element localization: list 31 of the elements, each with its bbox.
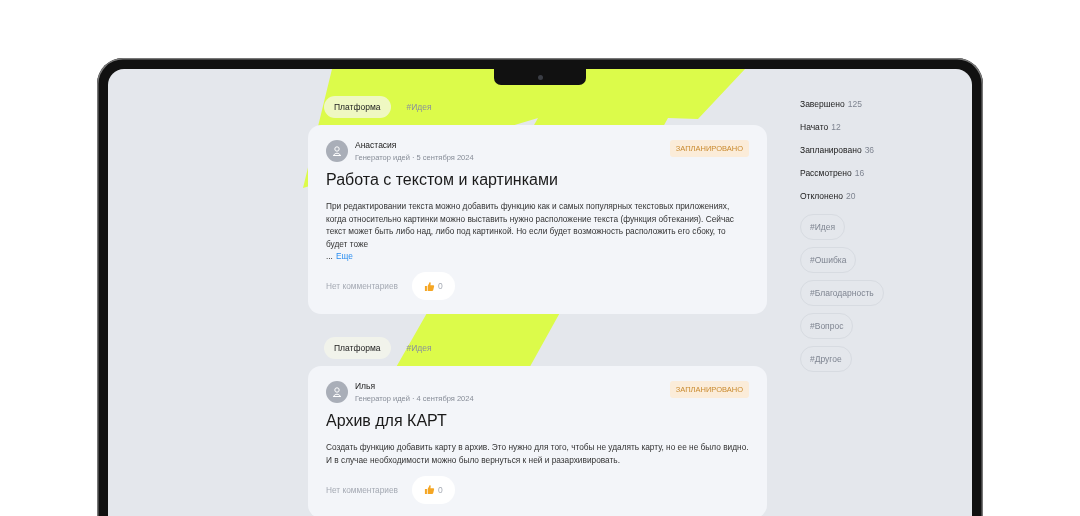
status-count: 36 xyxy=(864,145,875,157)
ellipsis-text: ... xyxy=(326,250,333,264)
thumbs-up-icon xyxy=(424,280,435,292)
status-count: 20 xyxy=(845,191,856,203)
post-text: Создать функцию добавить карту в архив. Это нужно для того, чтобы не удалять карту, но ее не было видно. И в случае необходимости можно было вернуться к ней и разархивировать. xyxy=(326,441,749,467)
status-filter[interactable]: Завершено xyxy=(800,99,845,122)
status-count: 12 xyxy=(831,122,841,134)
comments-text: Нет комментариев xyxy=(326,281,398,292)
status-count: 16 xyxy=(854,168,865,180)
author-name: Анастасия xyxy=(355,140,398,150)
category-tag[interactable]: Платформа xyxy=(324,96,391,118)
thumbs-up-icon xyxy=(424,484,435,496)
category-tag[interactable]: Платформа xyxy=(324,337,391,360)
like-button[interactable]: 0 xyxy=(412,272,455,301)
status-filter[interactable]: Рассмотрено xyxy=(800,168,852,191)
hashtag-link[interactable]: #Идея xyxy=(398,343,440,354)
camera-icon xyxy=(537,74,543,80)
status-filter[interactable]: Начато xyxy=(800,122,829,145)
more-link[interactable]: Еще xyxy=(335,250,353,264)
post-title: Работа с текстом и картинками xyxy=(326,171,559,189)
status-count: 125 xyxy=(847,99,862,111)
status-filter[interactable]: Запланировано xyxy=(800,145,862,168)
author-name: Илья xyxy=(355,381,377,392)
avatar-icon xyxy=(326,140,348,162)
post-title: Архив для КАРТ xyxy=(326,412,448,431)
status-filter[interactable]: Отклонено xyxy=(800,191,843,214)
post-text: При редактировании текста можно добавить функцию как и самых популярных текстовых приложениях, когда относительно картинки можно выставить нужно расположение текста (функция обтекания). Сейчас текст может быть либо над, либо под картинкой. Но если будет возможность расположить его сбоку, то будет тоже xyxy=(326,200,736,251)
comments-text: Нет комментариев xyxy=(326,484,398,495)
like-button[interactable]: 0 xyxy=(412,475,455,504)
avatar-icon xyxy=(326,381,348,404)
hashtag-link[interactable]: #Идея xyxy=(398,102,440,112)
